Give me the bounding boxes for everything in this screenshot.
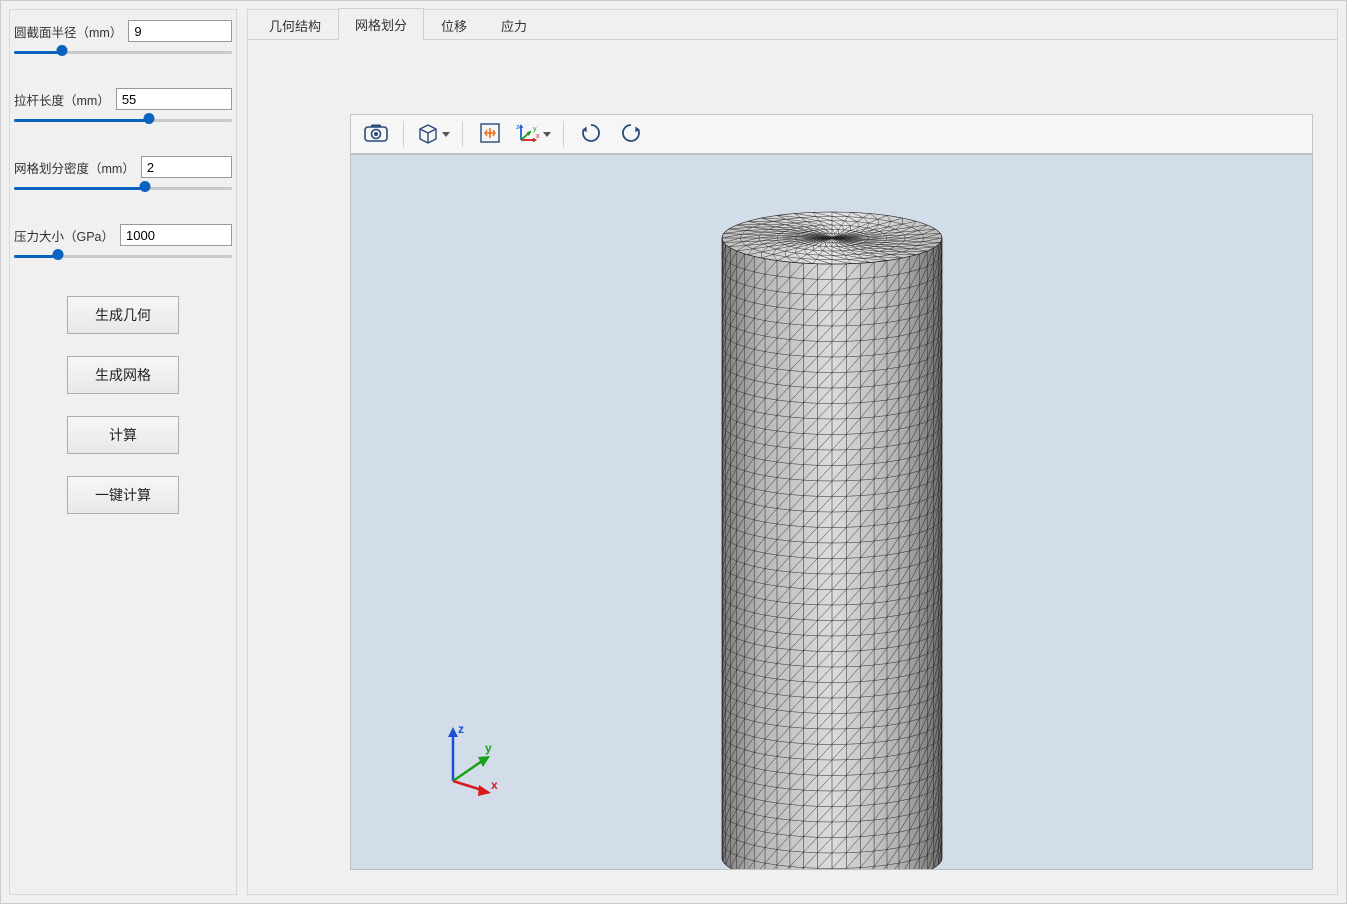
view-cube-button[interactable] (416, 119, 450, 149)
one-click-compute-button[interactable]: 一键计算 (67, 476, 179, 514)
svg-text:x: x (536, 133, 540, 140)
viewport-canvas[interactable]: z y x (350, 154, 1313, 870)
length-label: 拉杆长度（mm） (14, 90, 110, 109)
tab-mesh[interactable]: 网格划分 (338, 8, 424, 40)
orientation-triad: z y x (431, 719, 511, 799)
xyz-axes-icon: z yx (515, 122, 541, 147)
radius-label: 圆截面半径（mm） (14, 22, 122, 41)
param-mesh-density: 网格划分密度（mm） (14, 156, 232, 200)
fit-to-window-icon (479, 122, 501, 147)
compute-button[interactable]: 计算 (67, 416, 179, 454)
axis-z-label: z (458, 722, 464, 736)
camera-icon (364, 123, 388, 146)
action-buttons: 生成几何 生成网格 计算 一键计算 (14, 296, 232, 514)
toolbar-separator (462, 121, 463, 147)
chevron-down-icon (442, 132, 450, 137)
mesh-density-input[interactable] (141, 156, 232, 178)
viewer-toolbar: z yx (350, 114, 1313, 154)
viewer-area: zyx (248, 40, 1337, 894)
mesh-cylinder (702, 198, 962, 870)
generate-geometry-button[interactable]: 生成几何 (67, 296, 179, 334)
rotate-ccw-icon (620, 122, 642, 147)
pressure-slider[interactable] (14, 250, 232, 268)
svg-text:y: y (533, 126, 537, 133)
pressure-input[interactable] (120, 224, 232, 246)
axis-x-label: x (491, 778, 498, 792)
tab-stress[interactable]: 应力 (484, 9, 544, 40)
rotate-cw-icon (580, 122, 602, 147)
tab-bar: 几何结构 网格划分 位移 应力 (248, 10, 1337, 40)
radius-slider[interactable] (14, 46, 232, 64)
fit-to-window-button[interactable] (475, 119, 505, 149)
snapshot-button[interactable] (361, 119, 391, 149)
tab-geometry[interactable]: 几何结构 (252, 9, 338, 40)
param-radius: 圆截面半径（mm） (14, 20, 232, 64)
pressure-label: 压力大小（GPa） (14, 226, 114, 245)
chevron-down-icon (543, 132, 551, 137)
param-length: 拉杆长度（mm） (14, 88, 232, 132)
length-input[interactable] (116, 88, 232, 110)
axis-y-label: y (485, 741, 492, 755)
rotate-ccw-button[interactable] (616, 119, 646, 149)
tab-displacement[interactable]: 位移 (424, 9, 484, 40)
toolbar-separator (563, 121, 564, 147)
generate-mesh-button[interactable]: 生成网格 (67, 356, 179, 394)
mesh-density-label: 网格划分密度（mm） (14, 158, 135, 177)
app-window: 圆截面半径（mm） 拉杆长度（mm） (0, 0, 1347, 904)
toolbar-separator (403, 121, 404, 147)
cube-icon (416, 122, 440, 147)
settings-sidebar: 圆截面半径（mm） 拉杆长度（mm） (9, 9, 237, 895)
rotate-cw-button[interactable] (576, 119, 606, 149)
main-panel: 几何结构 网格划分 位移 应力 (247, 9, 1338, 895)
param-pressure: 压力大小（GPa） (14, 224, 232, 268)
svg-text:z: z (516, 124, 520, 131)
mesh-density-slider[interactable] (14, 182, 232, 200)
length-slider[interactable] (14, 114, 232, 132)
axes-orientation-button[interactable]: z yx (515, 119, 551, 149)
radius-input[interactable] (128, 20, 232, 42)
